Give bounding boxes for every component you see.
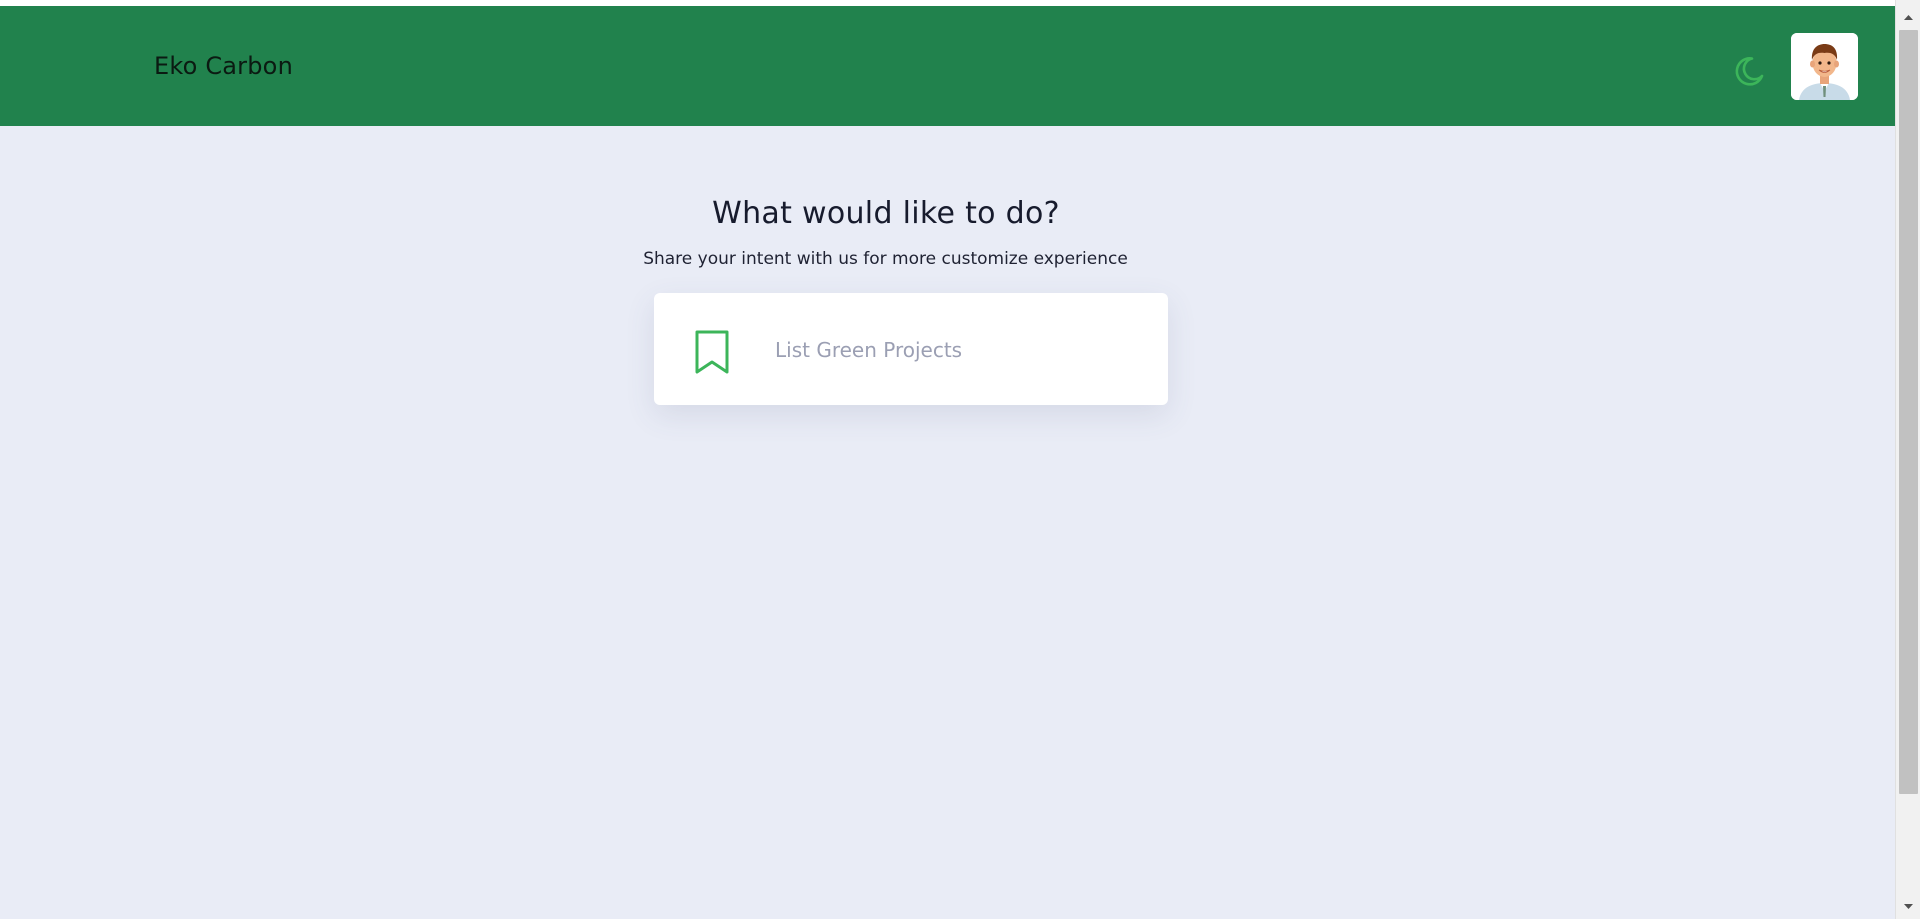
- brand-title[interactable]: Eko Carbon: [154, 52, 293, 80]
- scroll-down-button[interactable]: [1896, 896, 1920, 916]
- scrollbar-thumb[interactable]: [1899, 30, 1918, 794]
- arrow-down-icon: [1904, 904, 1913, 909]
- option-card-list-green-projects[interactable]: List Green Projects: [654, 293, 1168, 405]
- user-avatar-icon: [1791, 33, 1858, 100]
- option-card-label: List Green Projects: [775, 338, 963, 362]
- theme-toggle-button[interactable]: [1732, 54, 1766, 88]
- top-navbar: Eko Carbon: [0, 6, 1895, 126]
- user-avatar-button[interactable]: [1791, 33, 1858, 100]
- scroll-up-button[interactable]: [1896, 8, 1920, 28]
- main-content: What would like to do? Share your intent…: [0, 126, 1895, 919]
- page-title: What would like to do?: [712, 196, 1060, 231]
- vertical-scrollbar[interactable]: [1895, 0, 1920, 919]
- page-subtitle: Share your intent with us for more custo…: [643, 249, 1128, 269]
- moon-icon: [1735, 57, 1764, 86]
- arrow-up-icon: [1904, 15, 1913, 20]
- bookmark-icon: [695, 330, 729, 374]
